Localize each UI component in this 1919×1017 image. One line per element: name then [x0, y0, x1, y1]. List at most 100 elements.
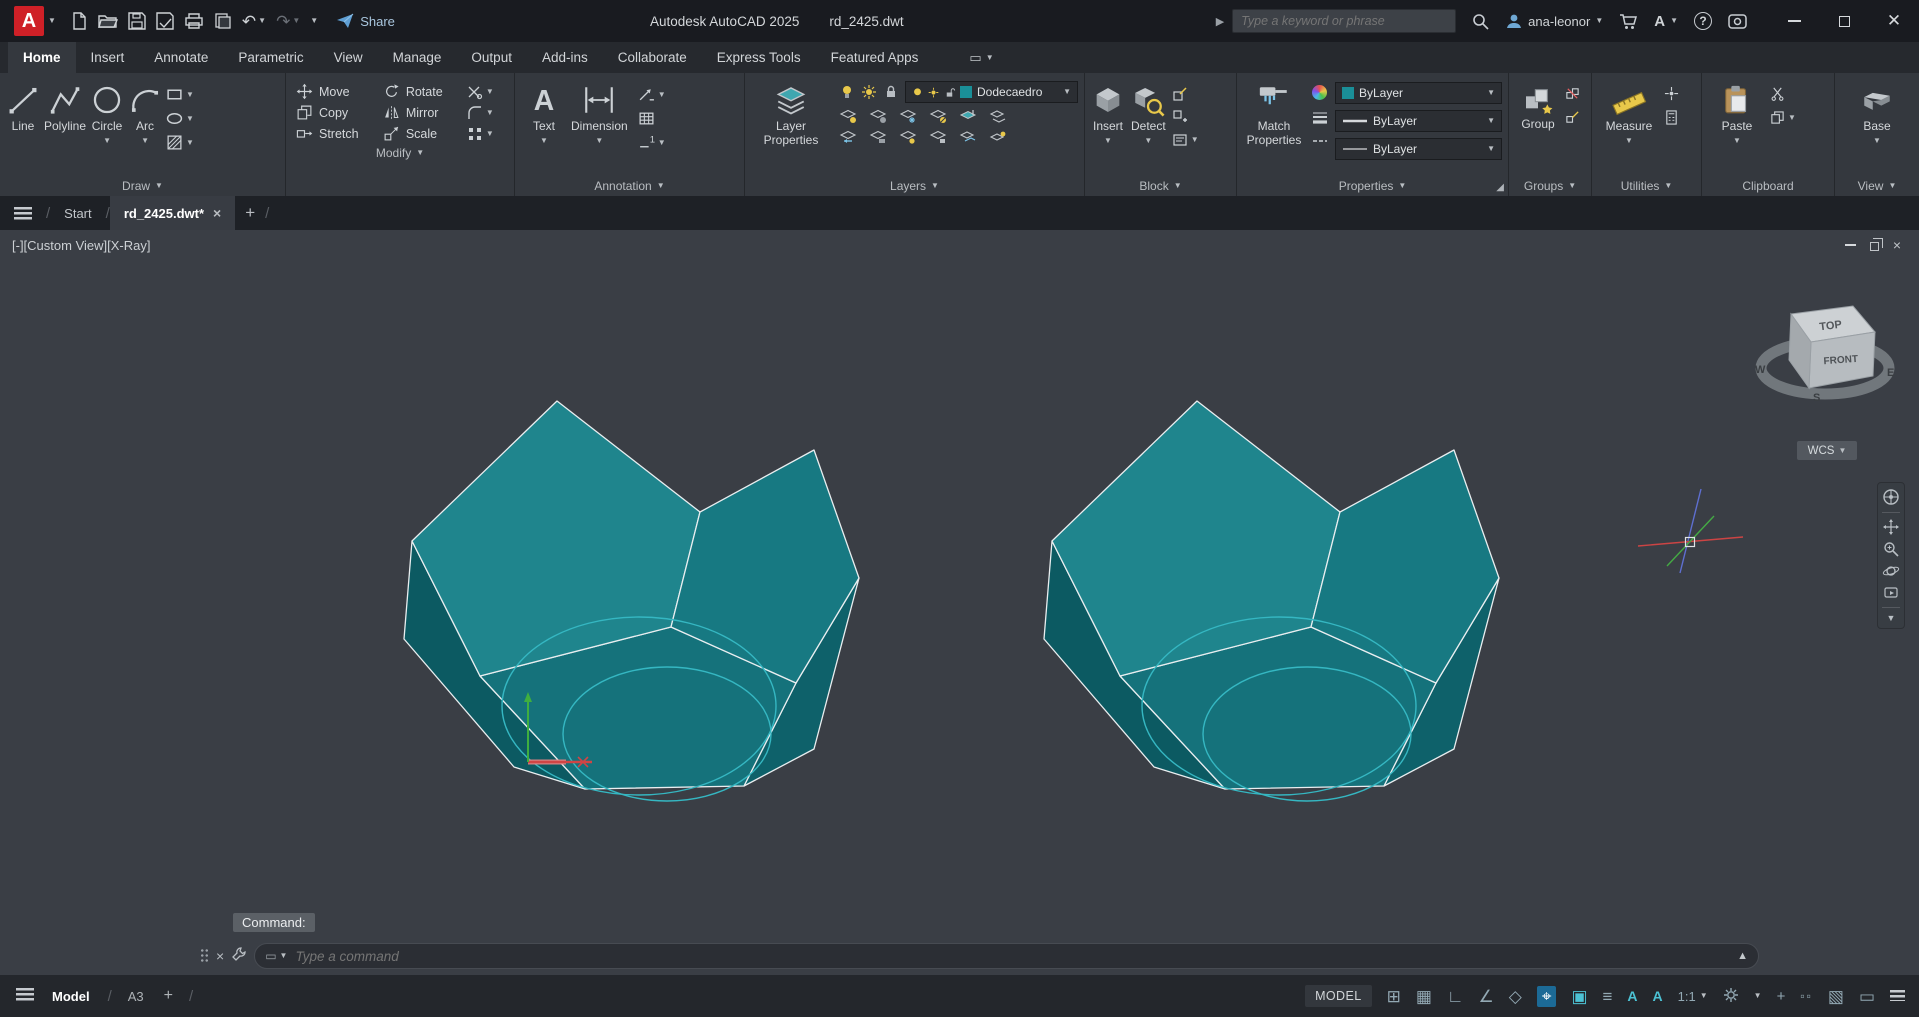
lineweight-toggle[interactable]: ≡: [1603, 988, 1613, 1005]
drawing-canvas[interactable]: [-][Custom View][X-Ray] × W E S TOP FRON…: [0, 230, 1919, 975]
hatch-button[interactable]: ▼: [166, 134, 194, 151]
new-file-button[interactable]: [70, 12, 88, 30]
make-current-button[interactable]: [959, 108, 977, 124]
block-panel-label[interactable]: Block▼: [1085, 175, 1236, 196]
tab-collaborate[interactable]: Collaborate: [603, 42, 702, 73]
rotate-button[interactable]: Rotate: [383, 83, 453, 100]
quick-calculator-button[interactable]: [1664, 110, 1679, 125]
lineweight-dropdown[interactable]: ByLayer ▼: [1335, 110, 1502, 132]
tab-parametric[interactable]: Parametric: [223, 42, 318, 73]
close-button[interactable]: ✕: [1869, 0, 1919, 42]
zoom-button[interactable]: [1883, 541, 1899, 557]
ortho-toggle[interactable]: ∟: [1447, 988, 1464, 1005]
text-button[interactable]: A Text ▼: [527, 78, 561, 175]
ungroup-button[interactable]: [1565, 86, 1580, 101]
layout-tab-a3[interactable]: A3: [124, 989, 148, 1004]
file-tab-menu-button[interactable]: [0, 196, 46, 230]
minimize-button[interactable]: [1769, 0, 1819, 42]
measure-button[interactable]: Measure ▼: [1598, 78, 1660, 175]
new-layout-button[interactable]: +: [160, 987, 177, 1005]
user-account-button[interactable]: ana-leonor ▼: [1505, 12, 1603, 30]
cart-icon[interactable]: [1619, 13, 1638, 30]
tab-annotate[interactable]: Annotate: [139, 42, 223, 73]
screencast-icon[interactable]: [1728, 14, 1747, 29]
rectangle-flyout-button[interactable]: ▼: [166, 86, 194, 103]
viewport-controls-label[interactable]: [-][Custom View][X-Ray]: [12, 238, 150, 253]
annotation-scale-dropdown[interactable]: 1:1▼: [1678, 989, 1708, 1004]
layer-lock-button[interactable]: [883, 84, 899, 100]
tab-output[interactable]: Output: [456, 42, 527, 73]
annotation-visibility-toggle[interactable]: A: [1627, 989, 1637, 1003]
layer-state-button[interactable]: [869, 129, 887, 145]
app-menu-caret[interactable]: ▼: [48, 17, 56, 25]
model-tab[interactable]: Model: [46, 989, 96, 1004]
settings-gear-button[interactable]: [1723, 987, 1739, 1006]
insert-button[interactable]: Insert ▼: [1091, 78, 1125, 175]
sheet-set-button[interactable]: [214, 12, 232, 30]
ellipse-flyout-button[interactable]: ▼: [166, 110, 194, 127]
compass-east-label[interactable]: E: [1887, 367, 1894, 379]
qat-customize-caret[interactable]: ▼: [310, 17, 318, 25]
annotation-extra-button[interactable]: 1▼: [638, 134, 666, 151]
layer-freeze-button[interactable]: [861, 84, 877, 100]
redo-button[interactable]: ↷▼: [276, 13, 300, 30]
close-tab-icon[interactable]: ×: [213, 205, 221, 221]
fillet-flyout-button[interactable]: ▼: [467, 105, 504, 121]
layer-previous-button[interactable]: [839, 129, 857, 145]
tab-add-ins[interactable]: Add-ins: [527, 42, 603, 73]
line-button[interactable]: Line: [6, 78, 40, 175]
hardware-acceleration-button[interactable]: ▧: [1828, 988, 1844, 1005]
annotation-panel-label[interactable]: Annotation▼: [515, 175, 744, 196]
trim-flyout-button[interactable]: ▼: [467, 84, 504, 100]
dimension-button[interactable]: Dimension ▼: [571, 78, 628, 175]
linetype-dropdown[interactable]: ByLayer ▼: [1335, 138, 1502, 160]
layer-walk-button[interactable]: [899, 129, 917, 145]
group-button[interactable]: Group: [1515, 78, 1561, 175]
command-history-toggle[interactable]: ▲: [1737, 950, 1748, 962]
ribbon-display-toggle[interactable]: ▭▼: [969, 42, 993, 73]
draw-panel-label[interactable]: Draw▼: [0, 175, 285, 196]
cut-button[interactable]: [1770, 86, 1796, 101]
navbar-more-caret[interactable]: ▼: [1887, 614, 1896, 623]
arc-button[interactable]: Arc ▼: [128, 78, 162, 175]
circle-button[interactable]: Circle ▼: [90, 78, 124, 175]
id-point-button[interactable]: [1664, 86, 1679, 101]
color-dropdown[interactable]: ByLayer ▼: [1335, 82, 1502, 104]
layer-properties-button[interactable]: Layer Properties: [751, 78, 831, 175]
linetype-icon[interactable]: [1312, 134, 1328, 148]
layers-panel-label[interactable]: Layers▼: [745, 175, 1084, 196]
file-tab-document[interactable]: rd_2425.dwt* ×: [110, 196, 235, 230]
share-button[interactable]: Share: [336, 13, 395, 29]
isolate-objects-button[interactable]: ▫▫: [1800, 990, 1813, 1002]
command-drag-grip[interactable]: [200, 948, 209, 964]
lock-fade-button[interactable]: [929, 129, 947, 145]
save-button[interactable]: [128, 12, 146, 30]
tab-view[interactable]: View: [319, 42, 378, 73]
layer-isolate-button[interactable]: [839, 108, 857, 124]
tab-insert[interactable]: Insert: [76, 42, 140, 73]
grid-toggle[interactable]: ⊞: [1387, 988, 1401, 1005]
viewport-close-icon[interactable]: ×: [1893, 237, 1901, 253]
layer-off-button[interactable]: [839, 84, 855, 100]
move-button[interactable]: Move: [296, 83, 369, 100]
help-icon[interactable]: ?: [1694, 12, 1712, 30]
undo-button[interactable]: ↶▼: [242, 13, 266, 30]
wcs-dropdown[interactable]: WCS ▼: [1797, 441, 1857, 460]
detect-button[interactable]: Detect ▼: [1131, 78, 1166, 175]
polyline-button[interactable]: Polyline: [44, 78, 86, 175]
layer-freeze-tool-button[interactable]: [899, 108, 917, 124]
match-layer-button[interactable]: [989, 108, 1007, 124]
block-attributes-button[interactable]: ▼: [1172, 132, 1199, 148]
pan-button[interactable]: [1883, 519, 1899, 535]
layer-merge-button[interactable]: [989, 129, 1007, 145]
clipboard-panel-label[interactable]: Clipboard: [1702, 175, 1834, 196]
view-panel-label[interactable]: View▼: [1835, 175, 1919, 196]
layer-unisolate-button[interactable]: [869, 108, 887, 124]
dodecahedron-solid-2[interactable]: [1044, 401, 1499, 801]
viewport-restore-icon[interactable]: [1870, 242, 1879, 251]
search-expand-arrow[interactable]: ▶: [1216, 15, 1224, 28]
autodesk-apps-button[interactable]: A▼: [1654, 13, 1678, 30]
model-scene[interactable]: [0, 230, 1919, 975]
block-edit-button[interactable]: [1172, 86, 1199, 102]
model-space-toggle[interactable]: MODEL: [1305, 985, 1371, 1007]
